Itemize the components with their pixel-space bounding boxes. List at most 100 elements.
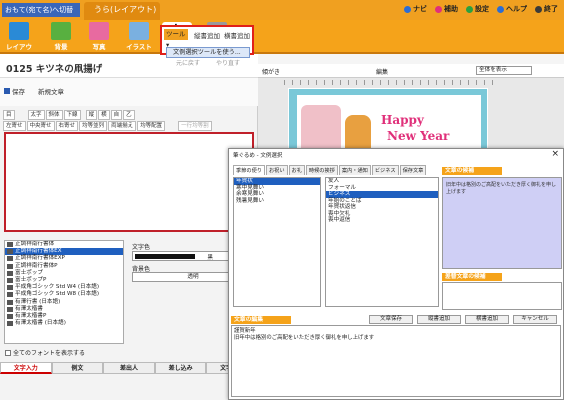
close-icon bbox=[535, 5, 542, 13]
ribbon-illust[interactable]: イラスト bbox=[124, 22, 154, 52]
font-list[interactable]: 正調祥南行書体 正調祥南行書体EX 正調祥南行書体EXP 正調祥南行書体P 富士… bbox=[4, 240, 124, 344]
tab-sender[interactable]: 差出人 bbox=[103, 362, 155, 374]
save-label: 保存 bbox=[12, 88, 25, 96]
horizontal-button[interactable]: 横 bbox=[98, 110, 110, 120]
cancel-button[interactable]: キャンセル bbox=[513, 315, 557, 324]
format-row-2: 左寄せ 中央寄せ 右寄せ 均等並列 両端揃え 均等配置 一行均等割 bbox=[3, 121, 212, 131]
line-even-button[interactable]: 一行均等割 bbox=[178, 121, 212, 131]
tab-examples[interactable]: 例文 bbox=[51, 362, 104, 374]
menu-assist[interactable]: 補助 bbox=[435, 4, 458, 14]
list-item[interactable]: 喪中返信 bbox=[326, 217, 438, 224]
list-item[interactable]: 有澤太楷書 bbox=[5, 306, 123, 313]
checkbox-icon bbox=[5, 349, 11, 356]
menu-navi-label: ナビ bbox=[413, 5, 427, 13]
background-icon bbox=[51, 22, 71, 40]
text-input-area[interactable] bbox=[4, 132, 254, 232]
list-item[interactable]: 残暑見舞い bbox=[234, 198, 320, 205]
even-space-button[interactable]: 均等配置 bbox=[137, 121, 166, 131]
tab-text-input[interactable]: 文字入力 bbox=[0, 362, 52, 374]
top-menu: ナビ 補助 設定 ヘルプ 終了 bbox=[404, 4, 558, 14]
front-switch-tab[interactable]: おもて(宛て名)へ切替 bbox=[2, 3, 80, 17]
text-color-value: 黒 bbox=[207, 255, 213, 261]
tool-label: ツール bbox=[166, 30, 186, 38]
vertical-button[interactable]: 縦 bbox=[85, 110, 98, 120]
tool-button[interactable]: ツール ▾ bbox=[164, 29, 188, 49]
vertical-add-button[interactable]: 縦書追加 bbox=[194, 30, 220, 40]
tab-insert[interactable]: 差し込み bbox=[154, 362, 207, 374]
example-tool-menu-item[interactable]: 文例選択ツールを使う... bbox=[166, 47, 250, 58]
vertical-add-button[interactable]: 縦書追加 bbox=[417, 315, 461, 324]
menu-help[interactable]: ヘルプ bbox=[497, 4, 527, 14]
bold-button[interactable]: 太字 bbox=[27, 110, 45, 120]
layout-icon bbox=[9, 22, 29, 40]
card-text-newyear: New Year bbox=[387, 129, 450, 143]
new-text-button[interactable]: 新規文章 bbox=[38, 86, 64, 96]
menu-navi[interactable]: ナビ bbox=[404, 4, 427, 14]
preview-heading: 文章の候補 bbox=[442, 167, 502, 175]
tab-greeting[interactable]: 時候の挨拶 bbox=[305, 165, 338, 175]
menu-exit[interactable]: 終了 bbox=[535, 4, 558, 14]
tab-saved[interactable]: 保存文章 bbox=[399, 165, 427, 175]
list-item[interactable]: 平成角ゴシック Std W8 (日本語) bbox=[5, 291, 123, 298]
save-text-button[interactable]: 文章保存 bbox=[369, 315, 413, 324]
justify-button[interactable]: 両端揃え bbox=[108, 121, 137, 131]
subcategory-list[interactable]: 友人 フォーマル ビジネス 年始のことば 年賀状返信 喪中欠礼 喪中返信 bbox=[325, 177, 439, 307]
ribbon-background[interactable]: 背景 bbox=[46, 22, 76, 52]
format-button[interactable]: 目 bbox=[3, 110, 15, 120]
dialog-title: 筆ぐるめ - 文例選択 bbox=[233, 153, 283, 159]
list-item[interactable]: 正調祥南行書体EXP bbox=[5, 255, 123, 262]
auto-button[interactable]: 自 bbox=[110, 110, 123, 120]
close-icon[interactable]: × bbox=[551, 149, 559, 159]
align-left-button[interactable]: 左寄せ bbox=[3, 121, 26, 131]
list-item[interactable]: 正調祥南行書体P bbox=[5, 263, 123, 270]
horizontal-add-button[interactable]: 横書追加 bbox=[224, 30, 250, 40]
card-text-happy: Happy bbox=[381, 113, 424, 127]
text-toolbar: 保存 新規文章 bbox=[0, 78, 258, 106]
tab-celebration[interactable]: お祝い bbox=[265, 165, 288, 175]
list-item[interactable]: 富士ポップ bbox=[5, 270, 123, 277]
example-dialog: 筆ぐるめ - 文例選択 × 季節の便り お祝い お礼 時候の挨拶 案内・通知 ビ… bbox=[228, 148, 564, 400]
category-list[interactable]: 年賀状 寒中見舞い 余寒見舞い 残暑見舞い bbox=[233, 177, 321, 307]
layout-tab[interactable]: うら(レイアウト) bbox=[84, 2, 160, 20]
ribbon: レイアウト 背景 写真 イラスト あ文字 印刷 bbox=[0, 20, 564, 61]
preview-toolbar: 傾がき 編集 全体を表示 bbox=[258, 64, 564, 78]
show-all-fonts-checkbox[interactable]: 全てのフォントを表示する bbox=[5, 348, 85, 357]
text-color-label: 文字色 bbox=[132, 244, 151, 251]
dialog-tabs: 季節の便り お祝い お礼 時候の挨拶 案内・通知 ビジネス 保存文章 bbox=[233, 165, 427, 175]
tab-business[interactable]: ビジネス bbox=[371, 165, 399, 175]
candidate-list[interactable] bbox=[442, 282, 562, 310]
list-item[interactable]: 有澤太楷書 (日本語) bbox=[5, 320, 123, 327]
redo-button[interactable]: やり直す bbox=[216, 58, 240, 67]
italic-button[interactable]: 斜体 bbox=[45, 110, 63, 120]
ribbon-background-label: 背景 bbox=[54, 43, 68, 51]
underline-button[interactable]: 下線 bbox=[63, 110, 81, 120]
align-center-button[interactable]: 中央寄せ bbox=[26, 121, 55, 131]
tab-thanks[interactable]: お礼 bbox=[288, 165, 305, 175]
ruler bbox=[284, 80, 494, 85]
undo-button[interactable]: 元に戻す bbox=[176, 58, 200, 67]
edit-label: 編集 bbox=[376, 69, 389, 76]
style-button[interactable]: 乙 bbox=[123, 110, 135, 120]
edit-line: 旧年中は格別のご高配をいただき厚く御礼を申し上げます bbox=[234, 335, 375, 341]
horizontal-add-button[interactable]: 横書追加 bbox=[465, 315, 509, 324]
menu-help-label: ヘルプ bbox=[506, 5, 527, 13]
list-item[interactable]: 有澤行書 (日本語) bbox=[5, 299, 123, 306]
list-item[interactable]: 有澤太楷書P bbox=[5, 313, 123, 320]
edit-textarea[interactable]: 謹賀新年 旧年中は格別のご高配をいただき厚く御礼を申し上げます bbox=[231, 325, 561, 397]
top-bar: おもて(宛て名)へ切替 うら(レイアウト) ナビ 補助 設定 ヘルプ 終了 bbox=[0, 0, 564, 20]
preview-text[interactable]: 旧年中は格別のご高配をいただき厚く御礼を申し上げます bbox=[442, 177, 562, 269]
zoom-select[interactable]: 全体を表示 bbox=[476, 66, 532, 75]
tab-season[interactable]: 季節の便り bbox=[233, 165, 265, 175]
save-button[interactable]: 保存 bbox=[4, 86, 25, 96]
ribbon-photo[interactable]: 写真 bbox=[84, 22, 114, 52]
menu-settings[interactable]: 設定 bbox=[466, 4, 489, 14]
tab-notice[interactable]: 案内・通知 bbox=[338, 165, 371, 175]
photo-icon bbox=[89, 22, 109, 40]
menu-settings-label: 設定 bbox=[475, 5, 489, 13]
ribbon-layout[interactable]: レイアウト bbox=[4, 22, 34, 61]
align-right-button[interactable]: 右寄せ bbox=[55, 121, 79, 131]
distribute-button[interactable]: 均等並列 bbox=[79, 121, 108, 131]
format-row-1: 目 太字 斜体 下線 縦 横 自 乙 bbox=[3, 110, 135, 120]
tilt-label: 傾がき bbox=[262, 69, 281, 76]
bottom-tabs: 文字入力 例文 差出人 差し込み 文字被装 bbox=[0, 362, 258, 374]
